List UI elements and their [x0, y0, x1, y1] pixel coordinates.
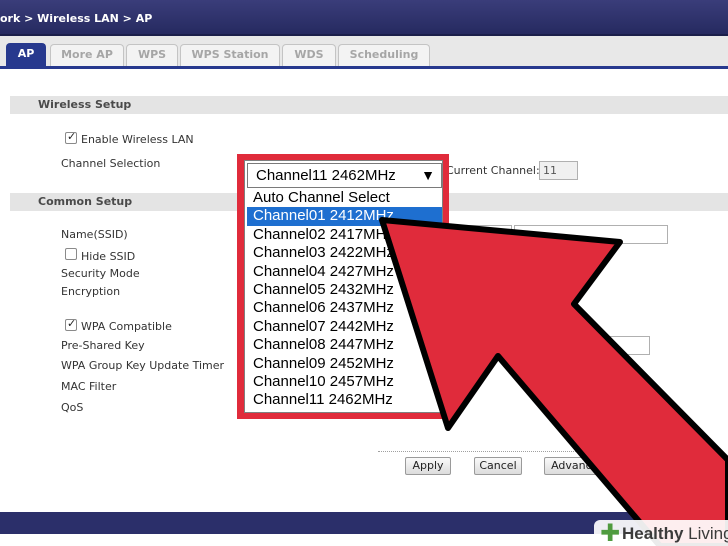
- watermark-logo: Healthy Living: [622, 524, 728, 544]
- option-channel05[interactable]: Channel05 2432MHz: [247, 281, 442, 299]
- security-mode-label: Security Mode: [61, 267, 140, 280]
- wpa-compatible-checkbox[interactable]: [65, 317, 77, 331]
- option-channel04[interactable]: Channel04 2427MHz: [247, 263, 442, 281]
- watermark-text-bold: Healthy: [622, 524, 684, 543]
- enable-wlan-checkbox[interactable]: [65, 130, 77, 144]
- button-divider: [378, 451, 668, 452]
- channel-select-value: Channel11 2462MHz: [256, 167, 396, 184]
- tab-scheduling[interactable]: Scheduling: [338, 44, 430, 66]
- option-channel10[interactable]: Channel10 2457MHz: [247, 373, 442, 391]
- option-channel02[interactable]: Channel02 2417MHz: [247, 226, 442, 244]
- channel-selection-label: Channel Selection: [61, 157, 161, 170]
- ssid-suffix-input[interactable]: [514, 225, 668, 244]
- tab-underline: [0, 66, 728, 69]
- enable-wlan-label: Enable Wireless LAN: [81, 133, 194, 146]
- tab-wds[interactable]: WDS: [282, 44, 336, 66]
- pre-shared-key-input[interactable]: [568, 336, 650, 355]
- hide-ssid-checkbox[interactable]: [65, 248, 77, 260]
- breadcrumb: ork > Wireless LAN > AP: [0, 12, 153, 25]
- pre-shared-key-label: Pre-Shared Key: [61, 339, 145, 352]
- top-bar: ork > Wireless LAN > AP: [0, 0, 728, 36]
- health-plus-icon: ✚: [600, 519, 621, 546]
- current-channel-field: 11: [539, 161, 578, 180]
- option-channel08[interactable]: Channel08 2447MHz: [247, 336, 442, 354]
- tab-wps-station[interactable]: WPS Station: [180, 44, 280, 66]
- apply-button[interactable]: Apply: [405, 457, 451, 475]
- tab-more-ap[interactable]: More AP: [50, 44, 124, 66]
- ssid-label: Name(SSID): [61, 228, 128, 241]
- option-channel07[interactable]: Channel07 2442MHz: [247, 318, 442, 336]
- mac-filter-label: MAC Filter: [61, 380, 117, 393]
- tab-ap[interactable]: AP: [6, 43, 46, 66]
- option-auto-channel[interactable]: Auto Channel Select: [247, 189, 442, 207]
- option-channel01[interactable]: Channel01 2412MHz: [247, 207, 442, 226]
- option-channel09[interactable]: Channel09 2452MHz: [247, 355, 442, 373]
- cancel-button[interactable]: Cancel: [474, 457, 522, 475]
- watermark-text-regular: Living: [683, 524, 728, 543]
- encryption-label: Encryption: [61, 285, 121, 298]
- wpa-group-key-timer-label: WPA Group Key Update Timer: [61, 359, 225, 372]
- advanced-setup-button[interactable]: Advanced Setup: [544, 457, 648, 475]
- hide-ssid-label: Hide SSID: [81, 250, 136, 263]
- option-channel06[interactable]: Channel06 2437MHz: [247, 299, 442, 317]
- channel-select[interactable]: Channel11 2462MHz ▼: [247, 163, 442, 188]
- current-channel-label: Current Channel:: [446, 164, 540, 177]
- dropdown-arrow-icon: ▼: [421, 167, 435, 183]
- wpa-compatible-label: WPA Compatible: [81, 320, 172, 333]
- tab-wps[interactable]: WPS: [126, 44, 178, 66]
- option-channel11[interactable]: Channel11 2462MHz: [247, 391, 442, 409]
- option-channel03[interactable]: Channel03 2422MHz: [247, 244, 442, 262]
- wireless-setup-header: Wireless Setup: [10, 96, 728, 114]
- ssid-input[interactable]: yDSL: [440, 225, 512, 244]
- channel-options-list: Auto Channel Select Channel01 2412MHz Ch…: [247, 189, 442, 410]
- qos-label: QoS: [61, 401, 84, 414]
